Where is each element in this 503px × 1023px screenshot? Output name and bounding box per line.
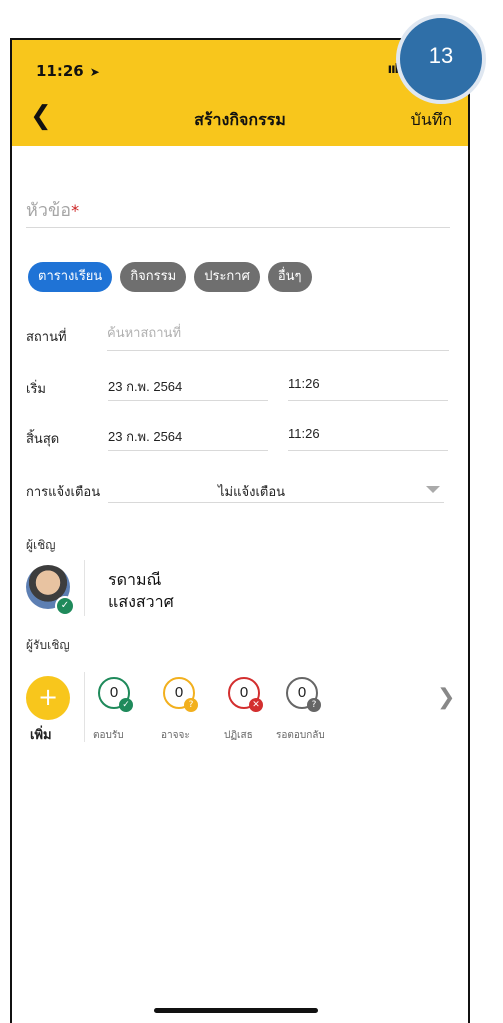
maybe-label: อาจจะ <box>161 730 190 741</box>
home-indicator <box>154 1008 318 1013</box>
title-placeholder: หัวข้อ <box>26 200 72 221</box>
status-time: 11:26 ➤ <box>36 62 100 80</box>
start-date-field[interactable]: 23 ก.พ. 2564 <box>108 376 268 401</box>
phone-screen: 11:26 ➤ ııl ❮ สร้างกิจกรรม บันทึก หัวข้อ*… <box>10 38 470 1023</box>
divider <box>84 672 85 742</box>
place-search-input[interactable]: ค้นหาสถานที่ <box>107 322 449 351</box>
close-icon: ✕ <box>249 698 263 712</box>
notify-value: ไม่แจ้งเตือน <box>218 485 286 500</box>
notify-select[interactable]: ไม่แจ้งเตือน <box>108 478 444 503</box>
accepted-label: ตอบรับ <box>93 730 124 741</box>
question-icon: ? <box>184 698 198 712</box>
chip-announcement[interactable]: ประกาศ <box>194 262 260 292</box>
chip-schedule[interactable]: ตารางเรียน <box>28 262 113 292</box>
notify-label: การแจ้งเตือน <box>26 485 101 500</box>
start-label: เริ่ม <box>26 382 46 397</box>
pending-label: รอตอบกลับ <box>276 730 325 741</box>
required-mark: * <box>71 201 80 220</box>
chip-activity[interactable]: กิจกรรม <box>120 262 187 292</box>
end-time-field[interactable]: 11:26 <box>288 426 448 451</box>
plus-icon: + <box>37 683 59 711</box>
chevron-right-icon[interactable]: ❯ <box>437 685 455 710</box>
check-icon: ✓ <box>119 698 133 712</box>
invitees-label: ผู้รับเชิญ <box>26 638 70 652</box>
start-time-field[interactable]: 11:26 <box>288 376 448 401</box>
number-badge: 13 <box>396 14 486 104</box>
place-label: สถานที่ <box>26 330 67 345</box>
place-placeholder: ค้นหาสถานที่ <box>107 326 182 341</box>
page-title: สร้างกิจกรรม <box>194 110 286 129</box>
chip-other[interactable]: อื่นๆ <box>267 262 312 292</box>
inviter-label: ผู้เชิญ <box>26 538 56 552</box>
category-chips: ตารางเรียน กิจกรรม ประกาศ อื่นๆ <box>28 262 312 292</box>
question-icon: ? <box>307 698 321 712</box>
dropdown-caret-icon <box>426 486 440 493</box>
title-input[interactable]: หัวข้อ* <box>26 195 450 228</box>
divider <box>84 560 85 616</box>
end-date-field[interactable]: 23 ก.พ. 2564 <box>108 426 268 451</box>
declined-label: ปฏิเสธ <box>224 730 253 741</box>
inviter-last-name: แสงสวาศ <box>108 592 174 611</box>
check-icon: ✓ <box>55 596 75 616</box>
save-button[interactable]: บันทึก <box>411 108 452 133</box>
end-label: สิ้นสุด <box>26 432 60 447</box>
location-arrow-icon: ➤ <box>89 65 100 79</box>
add-invitee-button[interactable]: + <box>26 676 70 720</box>
add-invitee-label: เพิ่ม <box>30 728 52 743</box>
